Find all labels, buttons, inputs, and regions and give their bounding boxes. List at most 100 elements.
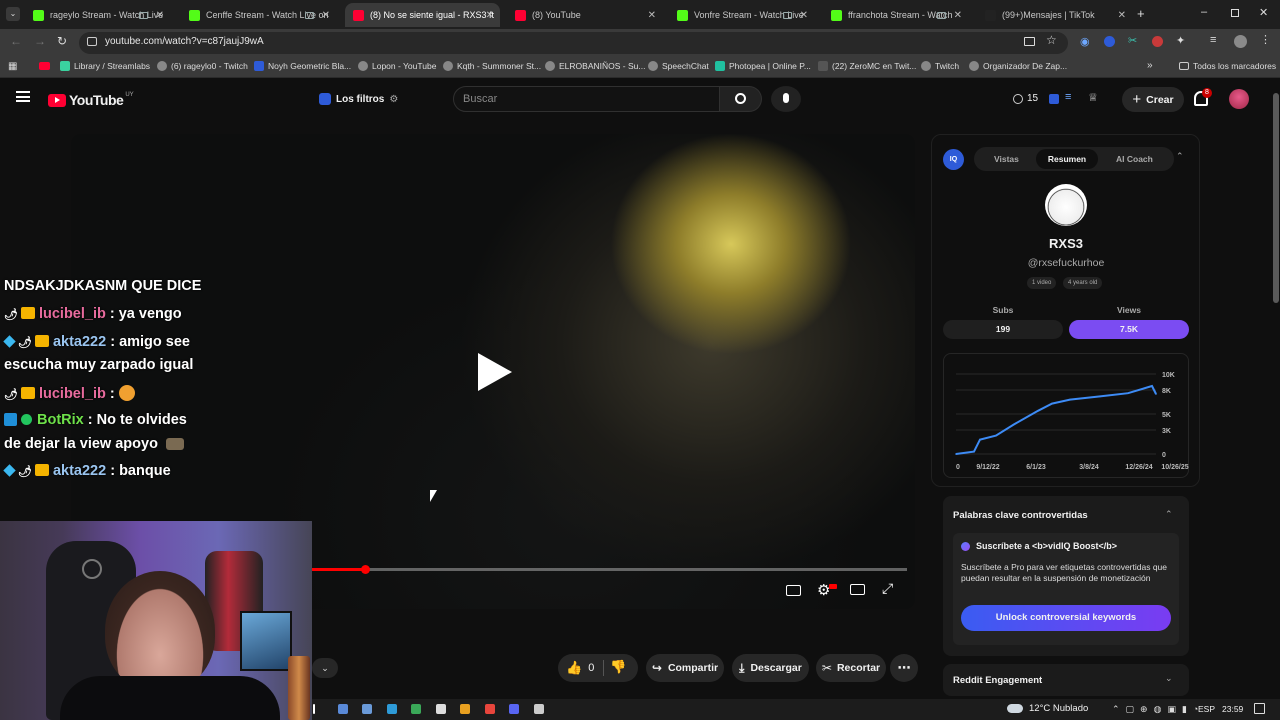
tab-search-icon[interactable]: ⌄ (6, 7, 20, 21)
browser-tab[interactable]: (99+)Mensajes | TikTok ✕ (977, 3, 1132, 27)
subtitles-icon[interactable] (786, 585, 801, 596)
clock-time[interactable]: 23:59 (1222, 704, 1243, 714)
cast-icon[interactable] (1024, 37, 1035, 46)
extension-icon-2[interactable] (1104, 36, 1115, 47)
bookmark-item[interactable]: Lopon - YouTube (358, 61, 436, 71)
browser-tab[interactable]: (8) No se siente igual - RXS3 ft ✕ (345, 3, 500, 27)
user-avatar[interactable] (1229, 89, 1249, 109)
weather-widget[interactable]: 12°C Nublado (1007, 703, 1088, 714)
browser-menu-icon[interactable]: ⋮ (1260, 33, 1271, 46)
play-button-icon[interactable] (478, 353, 512, 391)
new-tab-button[interactable]: + (1137, 6, 1145, 21)
progress-bar[interactable] (311, 565, 907, 574)
vidiq-toolbar-icon-3[interactable]: ♕ (1088, 91, 1098, 104)
vidiq-history-button[interactable]: 15 (1013, 93, 1038, 104)
channel-name[interactable]: RXS3 (932, 236, 1200, 251)
unlock-keywords-button[interactable]: Unlock controversial keywords (961, 605, 1171, 631)
reddit-expand-icon[interactable]: ⌄ (1165, 673, 1173, 684)
taskbar-app-icon[interactable] (362, 704, 372, 714)
create-button[interactable]: + Crear (1122, 87, 1184, 112)
bookmark-item[interactable]: Noyh Geometric Bla... (254, 61, 351, 71)
browser-tab[interactable]: Vonfre Stream - Watch Live ✕ (669, 3, 814, 27)
voice-search-button[interactable] (771, 86, 801, 112)
page-scrollbar[interactable] (1272, 79, 1280, 699)
tab-close-icon[interactable]: ✕ (800, 10, 808, 21)
browser-tab[interactable]: Cenffe Stream - Watch Live on ✕ (181, 3, 336, 27)
browser-tab[interactable]: ffranchota Stream - Watch ✕ (823, 3, 968, 27)
search-button[interactable] (720, 86, 762, 112)
reading-list-icon[interactable]: ≡ (1210, 34, 1216, 46)
taskbar-app-icon[interactable] (509, 704, 519, 714)
reddit-engagement-card[interactable]: Reddit Engagement ⌄ (943, 664, 1189, 696)
progress-scrubber[interactable] (360, 565, 370, 574)
tab-close-icon[interactable]: ✕ (648, 10, 656, 21)
minimize-window-icon[interactable]: – (1201, 6, 1207, 18)
taskbar-app-icon[interactable] (386, 704, 397, 714)
bookmark-item[interactable]: (22) ZeroMC en Twit... (818, 61, 916, 71)
scrollbar-thumb[interactable] (1273, 93, 1279, 303)
restore-window-icon[interactable] (1231, 9, 1239, 17)
youtube-logo[interactable]: YouTube UY (48, 92, 134, 108)
clip-button[interactable]: ✂ Recortar (816, 654, 886, 682)
vidiq-toolbar-icon-1[interactable] (1049, 94, 1059, 104)
bookmark-item[interactable]: Photopea | Online P... (715, 61, 811, 71)
taskbar-app-icon[interactable] (411, 704, 421, 714)
bookmark-item[interactable]: (6) rageylo0 - Twitch (157, 61, 248, 71)
taskbar-app-icon[interactable] (484, 704, 495, 714)
keywords-collapse-icon[interactable]: ⌃ (1165, 509, 1173, 520)
extension-icon-3[interactable]: ✂ (1128, 34, 1137, 47)
tab-close-icon[interactable]: ✕ (1118, 10, 1126, 21)
vidiq-toolbar-icon-2[interactable]: ≡ (1065, 91, 1071, 103)
theater-mode-icon[interactable] (850, 584, 865, 595)
vidiq-filters-button[interactable]: Los filtros ⚙ (319, 93, 398, 105)
tab-close-icon[interactable]: ✕ (156, 10, 164, 21)
all-bookmarks-folder[interactable]: Todos los marcadores (1179, 61, 1276, 71)
bookmark-item[interactable]: Library / Streamlabs (60, 61, 150, 71)
input-language[interactable]: ESP (1198, 704, 1215, 714)
bookmark-item[interactable]: Twitch (921, 61, 959, 71)
bookmark-item[interactable]: Organizador De Zap... (969, 61, 1067, 71)
fullscreen-icon[interactable]: ⤢ (882, 580, 893, 597)
more-actions-button[interactable]: ⋯ (890, 654, 918, 682)
tab-close-icon[interactable]: ✕ (486, 10, 494, 21)
extension-icon-4[interactable] (1152, 36, 1163, 47)
taskbar-app-icon[interactable] (435, 704, 446, 714)
taskbar-app-icon[interactable] (460, 704, 470, 714)
taskbar-app-icon[interactable] (337, 704, 348, 714)
tab-close-icon[interactable]: ✕ (954, 10, 962, 21)
vidiq-logo-icon[interactable]: IQ (943, 149, 964, 170)
bookmark-item[interactable]: Kqth - Summoner St... (443, 61, 541, 71)
tab-ai-coach[interactable]: AI Coach (1116, 154, 1153, 164)
extension-icon-1[interactable]: ◉ (1080, 35, 1090, 48)
more-chevron-icon[interactable]: ⌄ (312, 658, 338, 678)
dislike-button[interactable]: 👎 (610, 659, 626, 675)
tab-resumen[interactable]: Resumen (1036, 149, 1098, 169)
search-input[interactable]: Buscar (453, 86, 720, 112)
reload-icon[interactable]: ↻ (57, 34, 67, 48)
taskbar-app-icon[interactable] (313, 704, 315, 714)
like-button[interactable]: 👍 0 (566, 660, 594, 676)
views-button[interactable]: 7.5K (1069, 320, 1189, 339)
bookmarks-overflow-icon[interactable]: » (1147, 60, 1153, 71)
bookmark-item[interactable]: SpeechChat (648, 61, 709, 71)
channel-avatar[interactable] (1045, 184, 1087, 226)
collapse-chevron-icon[interactable]: ⌃ (1176, 151, 1184, 162)
back-icon[interactable]: ← (10, 34, 22, 48)
profile-avatar[interactable] (1234, 35, 1247, 48)
site-info-icon[interactable] (87, 37, 97, 46)
bookmark-item[interactable]: ELROBANIÑOS - Su... (545, 61, 645, 71)
extensions-puzzle-icon[interactable]: ✦ (1176, 34, 1185, 47)
tray-icons[interactable]: ⌃▢⊕◍▣▮◔ (1112, 704, 1204, 715)
subs-button[interactable]: 199 (943, 320, 1063, 339)
tab-vistas[interactable]: Vistas (994, 154, 1019, 164)
notification-center-icon[interactable] (1254, 703, 1265, 714)
apps-grid-icon[interactable]: ▦ (8, 61, 17, 72)
forward-icon[interactable]: → (34, 34, 46, 48)
close-window-icon[interactable]: ✕ (1259, 6, 1268, 19)
bookmark-star-icon[interactable]: ☆ (1046, 33, 1057, 47)
tab-close-icon[interactable]: ✕ (322, 10, 330, 21)
browser-tab[interactable]: (8) YouTube ✕ (507, 3, 662, 27)
share-button[interactable]: ↪ Compartir (646, 654, 724, 682)
taskbar-app-icon[interactable] (533, 704, 544, 714)
browser-tab[interactable]: rageylo Stream - Watch Live ✕ (25, 3, 170, 27)
